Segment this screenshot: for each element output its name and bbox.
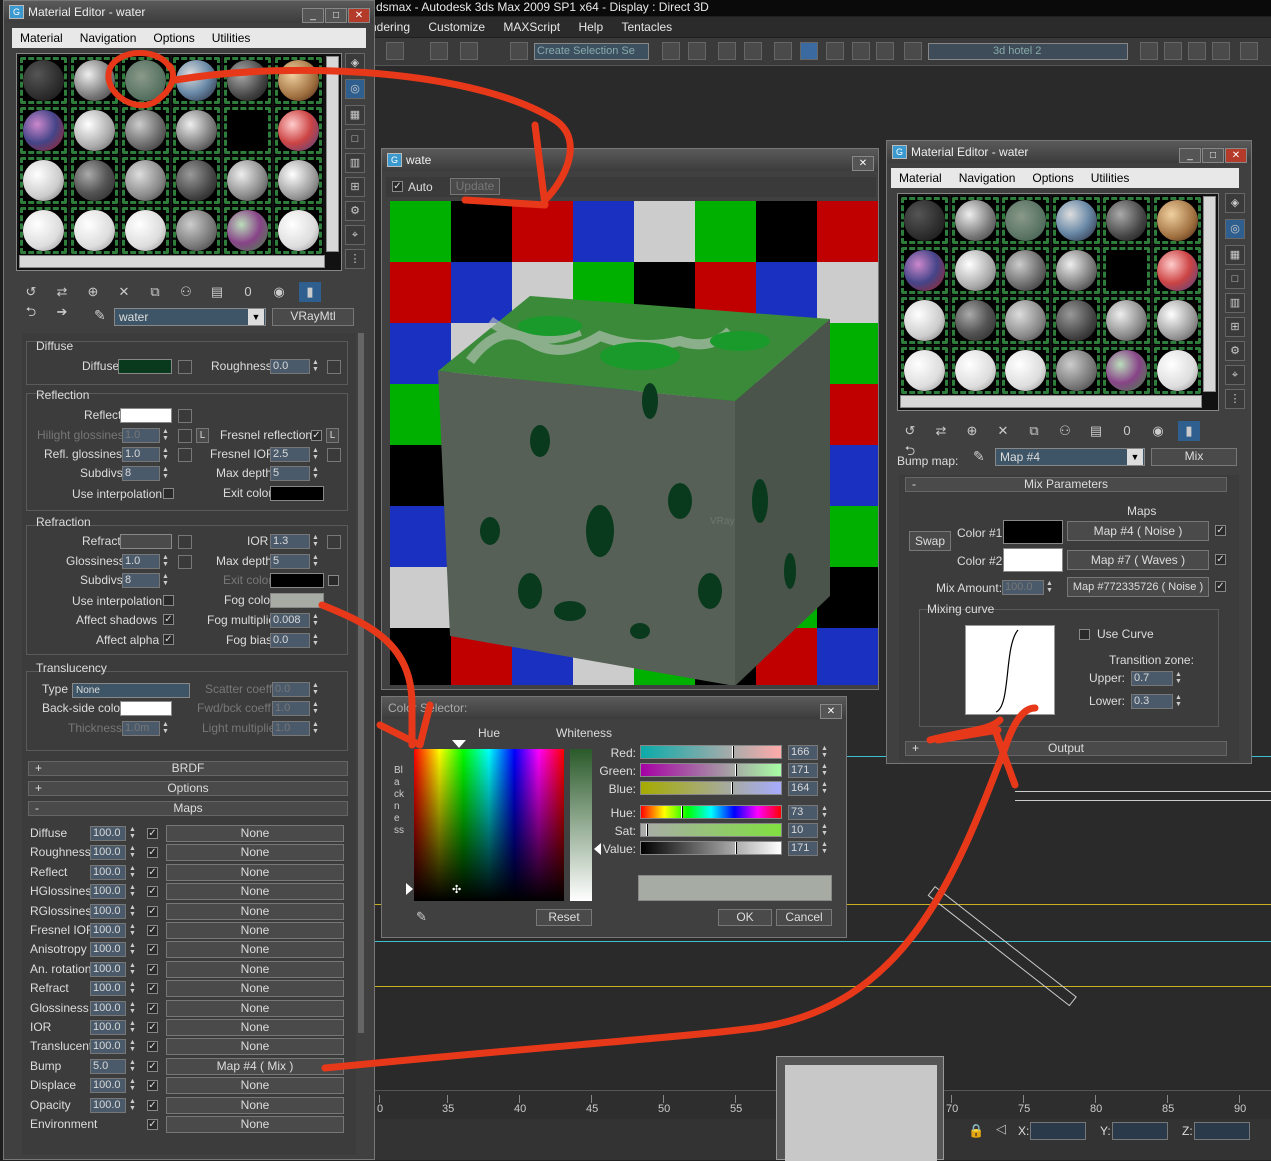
annotation-arrows [105,50,1039,1072]
